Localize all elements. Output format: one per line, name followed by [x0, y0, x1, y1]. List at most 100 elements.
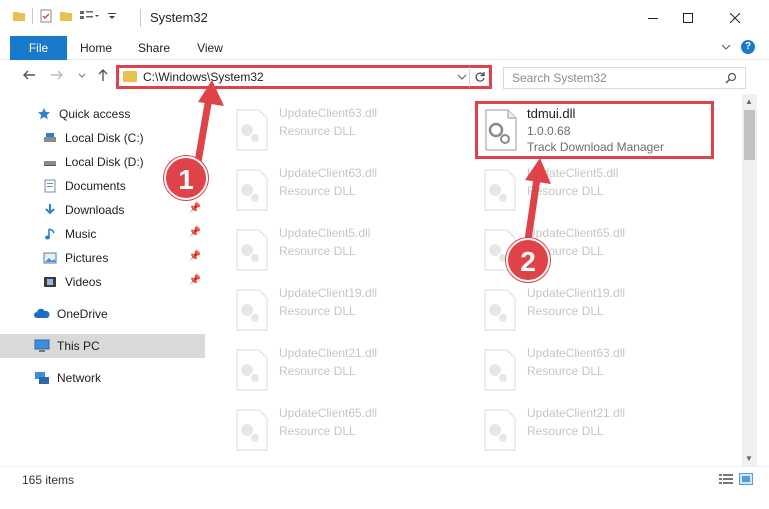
sidebar-item-this-pc[interactable]: This PC	[0, 334, 205, 358]
new-folder-icon[interactable]	[59, 9, 73, 23]
quick-access-toolbar	[12, 8, 117, 24]
file-name: UpdateClient65.dll	[527, 226, 626, 240]
pin-icon[interactable]: 📌	[189, 227, 201, 238]
file-version: 1.0.0.68	[527, 124, 571, 138]
music-icon	[42, 226, 58, 242]
item-count: 165 items	[22, 473, 75, 487]
chevron-down-icon[interactable]	[457, 73, 467, 81]
refresh-icon	[475, 72, 485, 82]
search-input[interactable]: Search System32	[512, 71, 607, 85]
dll-file-icon	[236, 229, 268, 271]
file-name: UpdateClient21.dll	[527, 406, 626, 420]
sidebar-item-label: Quick access	[59, 107, 131, 121]
search-icon[interactable]	[725, 72, 737, 84]
help-icon[interactable]: ?	[741, 40, 755, 54]
documents-icon	[42, 178, 58, 194]
sidebar-item-label: Local Disk (C:)	[65, 131, 144, 145]
recent-locations-icon[interactable]	[78, 72, 86, 80]
list-item[interactable]: UpdateClient65.dll Resource DLL	[205, 400, 441, 454]
maximize-button[interactable]	[665, 0, 711, 36]
sidebar-item-quick-access[interactable]: Quick access	[0, 102, 205, 126]
toolbar-divider	[32, 8, 33, 24]
list-item[interactable]: UpdateClient21.dll Resource DLL	[453, 400, 689, 454]
sidebar-item-pictures[interactable]: Pictures 📌	[0, 246, 205, 270]
tab-view[interactable]: View	[186, 36, 234, 60]
file-name: tdmui.dll	[527, 106, 576, 121]
address-bar[interactable]: C:\Windows\System32	[116, 65, 492, 89]
network-icon	[34, 370, 50, 386]
cloud-icon	[34, 306, 50, 322]
dll-file-icon	[236, 289, 268, 331]
list-item[interactable]: UpdateClient5.dll Resource DLL	[453, 160, 689, 214]
pin-icon[interactable]: 📌	[189, 203, 201, 214]
annotation-badge-1: 1	[164, 156, 208, 200]
file-type: Resource DLL	[279, 364, 356, 378]
chevron-down-icon[interactable]	[107, 9, 117, 23]
close-icon	[730, 13, 740, 23]
list-item[interactable]: UpdateClient19.dll Resource DLL	[453, 280, 689, 334]
file-name: UpdateClient63.dll	[279, 106, 378, 120]
pin-icon[interactable]: 📌	[189, 275, 201, 286]
scroll-down-icon[interactable]: ▼	[745, 454, 753, 463]
tab-file[interactable]: File	[10, 36, 67, 60]
file-type: Resource DLL	[527, 304, 604, 318]
list-item[interactable]: UpdateClient63.dll Resource DLL	[453, 340, 689, 394]
close-button[interactable]	[712, 0, 758, 36]
file-name: UpdateClient5.dll	[279, 226, 371, 240]
back-icon[interactable]	[22, 68, 36, 82]
dll-file-icon	[484, 169, 516, 211]
dll-file-icon	[484, 349, 516, 391]
sidebar-item-local-disk-c[interactable]: Local Disk (C:)	[0, 126, 205, 150]
tab-share[interactable]: Share	[130, 36, 178, 60]
expand-ribbon-icon[interactable]	[721, 42, 731, 52]
sidebar-item-downloads[interactable]: Downloads 📌	[0, 198, 205, 222]
details-view-icon[interactable]	[719, 473, 733, 485]
window-bottom-edge	[0, 490, 769, 509]
sidebar-item-label: Documents	[65, 179, 126, 193]
list-item[interactable]: UpdateClient63.dll Resource DLL	[205, 160, 441, 214]
tab-home[interactable]: Home	[72, 36, 120, 60]
address-path[interactable]: C:\Windows\System32	[143, 70, 264, 84]
list-item[interactable]: UpdateClient5.dll Resource DLL	[205, 220, 441, 274]
file-type: Resource DLL	[279, 244, 356, 258]
scroll-thumb[interactable]	[744, 110, 755, 160]
forward-icon[interactable]	[50, 68, 64, 82]
search-box[interactable]: Search System32	[503, 67, 746, 89]
sidebar-item-videos[interactable]: Videos 📌	[0, 270, 205, 294]
title-bar: System32	[0, 0, 769, 36]
list-item[interactable]: UpdateClient21.dll Resource DLL	[205, 340, 441, 394]
sidebar-item-network[interactable]: Network	[0, 366, 205, 390]
sidebar-item-music[interactable]: Music 📌	[0, 222, 205, 246]
list-item[interactable]: UpdateClient19.dll Resource DLL	[205, 280, 441, 334]
customize-qat-icon[interactable]	[79, 9, 101, 23]
file-type: Resource DLL	[279, 304, 356, 318]
list-item[interactable]: UpdateClient65.dll Resource DLL	[453, 220, 689, 274]
file-name: UpdateClient19.dll	[279, 286, 378, 300]
pin-icon[interactable]: 📌	[189, 251, 201, 262]
file-name: UpdateClient5.dll	[527, 166, 619, 180]
sidebar-item-label: Videos	[65, 275, 102, 289]
navigation-pane: Quick access Local Disk (C:) Local Disk …	[0, 94, 205, 466]
ribbon-controls: ?	[721, 40, 755, 54]
vertical-scrollbar[interactable]: ▲ ▼	[742, 94, 757, 466]
file-type: Resource DLL	[527, 184, 604, 198]
up-icon[interactable]	[96, 68, 110, 82]
sidebar-item-onedrive[interactable]: OneDrive	[0, 302, 205, 326]
star-icon	[36, 106, 52, 122]
navigation-bar: C:\Windows\System32 Search System32	[0, 60, 769, 94]
file-name: UpdateClient63.dll	[279, 166, 378, 180]
file-name: UpdateClient19.dll	[527, 286, 626, 300]
file-name: UpdateClient65.dll	[279, 406, 378, 420]
videos-icon	[42, 274, 58, 290]
maximize-icon	[683, 13, 693, 23]
scroll-up-icon[interactable]: ▲	[745, 97, 753, 106]
dll-file-icon	[236, 349, 268, 391]
status-bar: 165 items	[0, 466, 769, 490]
properties-icon[interactable]	[39, 9, 53, 23]
tiles-view-icon[interactable]	[739, 473, 753, 485]
list-item[interactable]: UpdateClient63.dll Resource DLL	[205, 100, 441, 154]
dll-file-icon	[485, 109, 517, 151]
refresh-button[interactable]	[469, 67, 489, 87]
file-type: Resource DLL	[527, 424, 604, 438]
highlighted-file-tdmui[interactable]: tdmui.dll 1.0.0.68 Track Download Manage…	[475, 101, 714, 159]
